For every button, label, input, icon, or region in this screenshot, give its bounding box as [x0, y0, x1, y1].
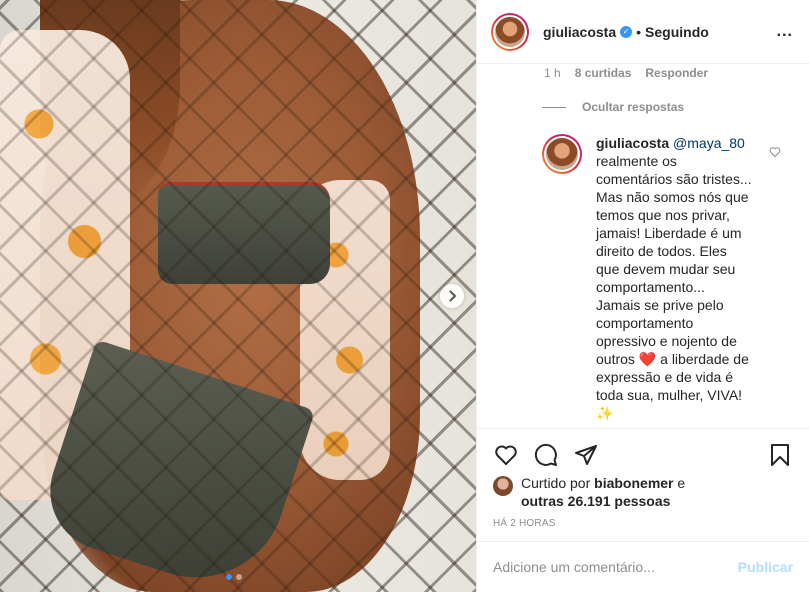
author-avatar[interactable] [491, 12, 529, 51]
publish-button[interactable]: Publicar [738, 559, 793, 575]
likes-conj: e [677, 475, 686, 491]
reply-button[interactable]: Responder [645, 66, 708, 80]
reply-text: giuliacosta @maya_80 realmente os coment… [596, 134, 752, 422]
avatar-image [546, 138, 578, 170]
header-separator: • [636, 23, 642, 40]
save-button[interactable] [767, 442, 793, 468]
hide-replies-line [542, 106, 566, 108]
photo-fence-shadow [0, 0, 476, 592]
hide-replies-label: Ocultar respostas [582, 100, 685, 114]
bookmark-icon [771, 443, 789, 466]
liker-username[interactable]: biabonemer [594, 475, 673, 491]
comment-button[interactable] [533, 442, 559, 468]
liker-avatar[interactable] [493, 476, 513, 496]
red-heart-emoji: ❤️ [638, 351, 657, 367]
comment-like-heart-icon[interactable] [769, 146, 781, 158]
comment-icon [534, 443, 557, 466]
post-photo[interactable] [0, 0, 476, 592]
carousel-dot-2 [236, 574, 242, 580]
reply-text-1: realmente os comentários são tristes... … [596, 153, 752, 367]
post-sidebar: giuliacosta ✓ • Seguindo ... 1 h 8 curti… [476, 0, 809, 592]
share-button[interactable] [573, 442, 599, 468]
comments-list[interactable]: 1 h 8 curtidas Responder Ocultar respost… [477, 64, 809, 428]
post-timestamp[interactable]: HÁ 2 HORAS [493, 518, 556, 529]
chevron-right-icon [449, 290, 457, 302]
avatar-image [495, 16, 525, 47]
hide-replies-button[interactable]: Ocultar respostas [542, 100, 793, 114]
post-header: giuliacosta ✓ • Seguindo ... [477, 0, 809, 64]
carousel-dot-1 [226, 574, 232, 580]
reply-mention[interactable]: @maya_80 [673, 135, 745, 151]
post-modal: giuliacosta ✓ • Seguindo ... 1 h 8 curti… [0, 0, 809, 592]
likes-others[interactable]: outras 26.191 pessoas [521, 493, 670, 509]
following-button[interactable]: Seguindo [645, 24, 709, 40]
like-button[interactable] [493, 442, 519, 468]
reply-comment: giuliacosta @maya_80 realmente os coment… [542, 134, 793, 422]
post-actions [477, 428, 809, 480]
carousel-dots [226, 574, 242, 580]
heart-icon [495, 445, 517, 465]
sparkles-emoji: ✨ [596, 405, 614, 421]
next-slide-button[interactable] [440, 284, 464, 308]
reply-username[interactable]: giuliacosta [596, 135, 669, 151]
comment-input[interactable] [493, 559, 738, 575]
comment-likes[interactable]: 8 curtidas [575, 66, 632, 80]
likes-prefix: Curtido por [521, 475, 591, 491]
comment-time: 1 h [544, 66, 561, 80]
likes-text: Curtido por biabonemer e outras 26.191 p… [521, 474, 685, 510]
author-username[interactable]: giuliacosta [543, 24, 616, 40]
likes-summary: Curtido por biabonemer e outras 26.191 p… [493, 474, 793, 510]
verified-badge-icon: ✓ [620, 25, 633, 38]
more-options-icon[interactable]: ... [777, 23, 793, 41]
comment-meta: 1 h 8 curtidas Responder [544, 66, 793, 80]
reply-author-avatar[interactable] [542, 134, 582, 174]
add-comment-form: Publicar [477, 541, 809, 592]
share-icon [575, 444, 597, 465]
